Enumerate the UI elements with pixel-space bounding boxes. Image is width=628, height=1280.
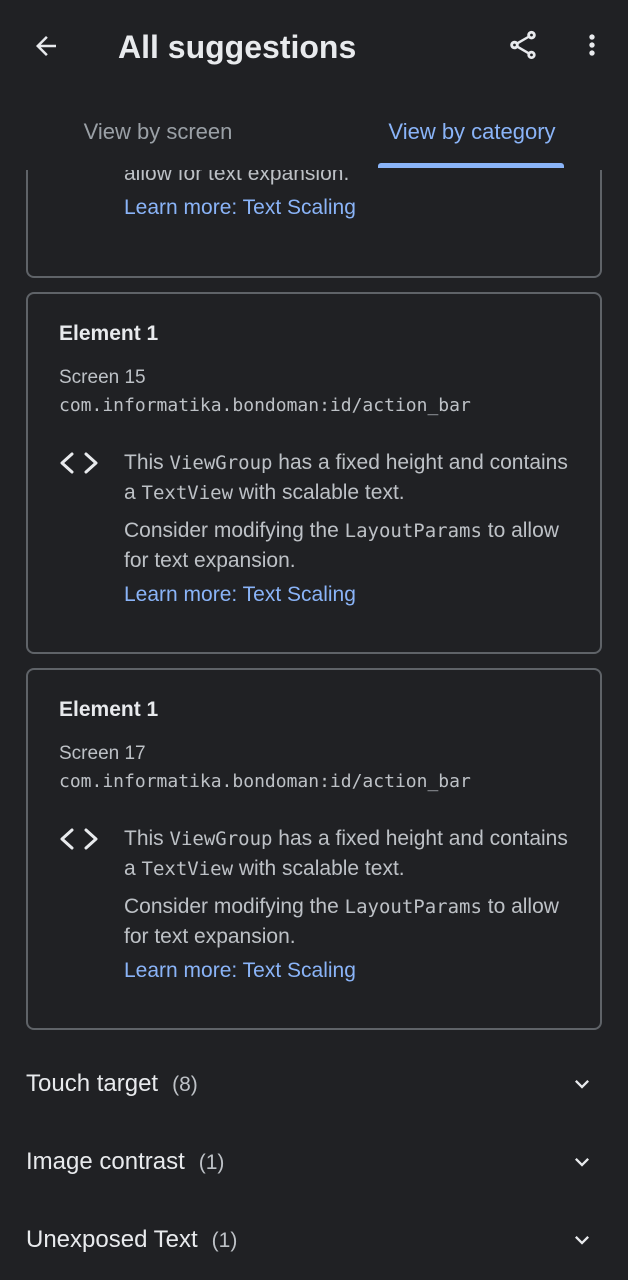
app-screen: All suggestions View by screen View by c…: [0, 0, 628, 1280]
chevron-down-icon: [575, 1080, 589, 1089]
more-options-button[interactable]: [572, 22, 612, 68]
category-label: Touch target (8): [26, 1070, 198, 1098]
category-name: Touch target: [26, 1070, 159, 1097]
message-line-2: Consider modifying the LayoutParams to a…: [124, 895, 559, 948]
message-line-1: This ViewGroup has a fixed height and co…: [124, 451, 568, 504]
screen-label: Screen 17: [59, 743, 146, 764]
top-app-bar: All suggestions: [0, 0, 628, 94]
element-title: Element 1: [59, 322, 159, 345]
expand-button[interactable]: [568, 1070, 596, 1098]
suggestion-message: allow for text expansion. Learn more: Te…: [124, 170, 584, 223]
code-icon: [60, 828, 98, 850]
learn-more-link[interactable]: Learn more: Text Scaling: [124, 580, 584, 610]
element-title: Element 1: [59, 698, 159, 721]
arrow-back-icon: [36, 36, 56, 56]
code-icon: [60, 452, 98, 474]
suggestion-card: allow for text expansion. Learn more: Te…: [26, 170, 602, 278]
suggestion-message: This ViewGroup has a fixed height and co…: [124, 448, 584, 610]
chevron-down-icon: [575, 1236, 589, 1245]
category-label: Unexposed Text (1): [26, 1226, 237, 1254]
category-row-image-contrast[interactable]: Image contrast (1): [0, 1123, 628, 1201]
message-line-1: This ViewGroup has a fixed height and co…: [124, 827, 568, 880]
message-text: allow for text expansion.: [124, 170, 350, 185]
tab-selected-indicator: [378, 163, 564, 168]
category-name: Image contrast: [26, 1148, 185, 1175]
learn-more-link[interactable]: Learn more: Text Scaling: [124, 956, 584, 986]
back-button[interactable]: [22, 26, 70, 66]
expand-button[interactable]: [568, 1226, 596, 1254]
tab-bar: View by screen View by category: [0, 94, 628, 170]
expand-button[interactable]: [568, 1148, 596, 1176]
tab-view-by-category[interactable]: View by category: [360, 94, 584, 170]
category-count: (8): [172, 1073, 198, 1096]
category-row-touch-target[interactable]: Touch target (8): [0, 1045, 628, 1123]
category-name: Unexposed Text: [26, 1226, 198, 1253]
more-vert-icon: [589, 34, 595, 56]
suggestions-list[interactable]: allow for text expansion. Learn more: Te…: [0, 170, 628, 1280]
category-count: (1): [198, 1151, 225, 1174]
suggestion-card[interactable]: Element 1 Screen 17 com.informatika.bond…: [26, 668, 602, 1030]
suggestion-card[interactable]: Element 1 Screen 15 com.informatika.bond…: [26, 292, 602, 654]
category-row-unexposed-text[interactable]: Unexposed Text (1): [0, 1201, 628, 1279]
share-icon: [510, 30, 536, 60]
page-title: All suggestions: [118, 29, 357, 65]
share-button[interactable]: [500, 22, 546, 68]
chevron-down-icon: [575, 1158, 589, 1167]
tab-view-by-screen[interactable]: View by screen: [40, 94, 276, 170]
screen-label: Screen 15: [59, 367, 146, 388]
category-label: Image contrast (1): [26, 1148, 224, 1176]
suggestion-message: This ViewGroup has a fixed height and co…: [124, 824, 584, 986]
category-count: (1): [211, 1229, 238, 1252]
resource-id: com.informatika.bondoman:id/action_bar: [59, 395, 471, 416]
resource-id: com.informatika.bondoman:id/action_bar: [59, 771, 471, 792]
message-line-2: Consider modifying the LayoutParams to a…: [124, 519, 559, 572]
learn-more-link[interactable]: Learn more: Text Scaling: [124, 193, 584, 223]
